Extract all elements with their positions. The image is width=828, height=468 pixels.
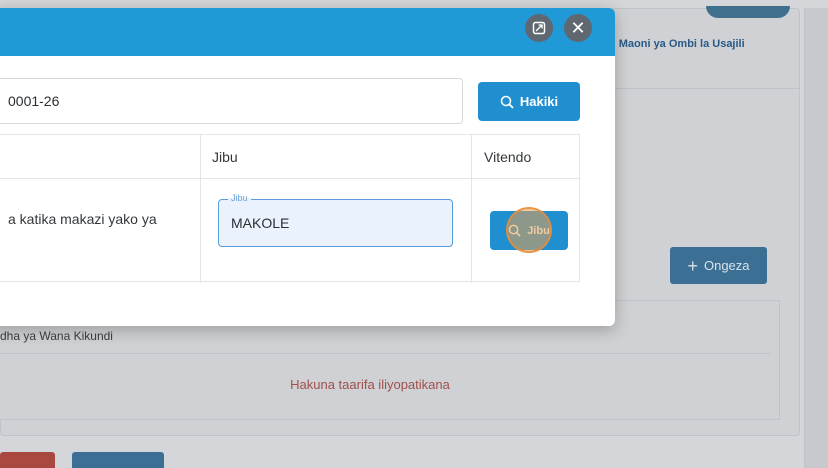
breadcrumb-link-label: Maoni ya Ombi la Usajili <box>618 38 745 50</box>
close-icon: ✕ <box>570 17 586 38</box>
background-back-button[interactable] <box>0 452 55 468</box>
add-button-label: Ongeza <box>703 258 750 273</box>
empty-message: Hakuna taarifa iliyopatikana <box>290 377 450 392</box>
table-row: a katika makazi yako ya Jibu MAKOLE Jibu <box>0 179 580 281</box>
column-header-actions: Vitendo <box>484 149 532 165</box>
answer-field-value: MAKOLE <box>231 215 290 231</box>
background-breadcrumb-link[interactable]: › Maoni ya Ombi la Usajili <box>612 38 745 50</box>
reply-button[interactable]: Jibu <box>490 211 568 250</box>
close-button[interactable]: ✕ <box>564 14 592 42</box>
question-text: a katika makazi yako ya <box>8 211 157 227</box>
plus-icon: + <box>687 255 698 276</box>
add-button[interactable]: + Ongeza <box>670 247 767 284</box>
members-table-header: dha ya Wana Kikundi <box>0 329 113 343</box>
background-top-button[interactable] <box>706 6 790 18</box>
members-table-divider <box>0 353 770 354</box>
answer-field[interactable]: Jibu MAKOLE <box>218 193 453 247</box>
answer-field-label: Jibu <box>228 193 251 203</box>
search-icon <box>500 95 514 109</box>
modal-header: ✕ <box>0 8 615 56</box>
search-icon <box>508 224 521 237</box>
background-divider <box>600 88 800 89</box>
next-button[interactable] <box>72 452 164 468</box>
table-header-row: Jibu Vitendo <box>0 135 580 179</box>
answer-modal: ✕ Hakiki Jibu Vitendo a katika makazi ya… <box>0 8 615 326</box>
application-number-input[interactable] <box>0 78 463 124</box>
check-button-label: Hakiki <box>519 94 559 109</box>
expand-icon <box>532 21 546 35</box>
check-button[interactable]: Hakiki <box>478 82 580 121</box>
background-scroll-strip <box>804 8 828 468</box>
questions-table: Jibu Vitendo a katika makazi yako ya Jib… <box>0 134 580 283</box>
column-header-answer: Jibu <box>212 149 238 165</box>
reply-button-label: Jibu <box>527 224 550 237</box>
expand-button[interactable] <box>525 14 553 42</box>
